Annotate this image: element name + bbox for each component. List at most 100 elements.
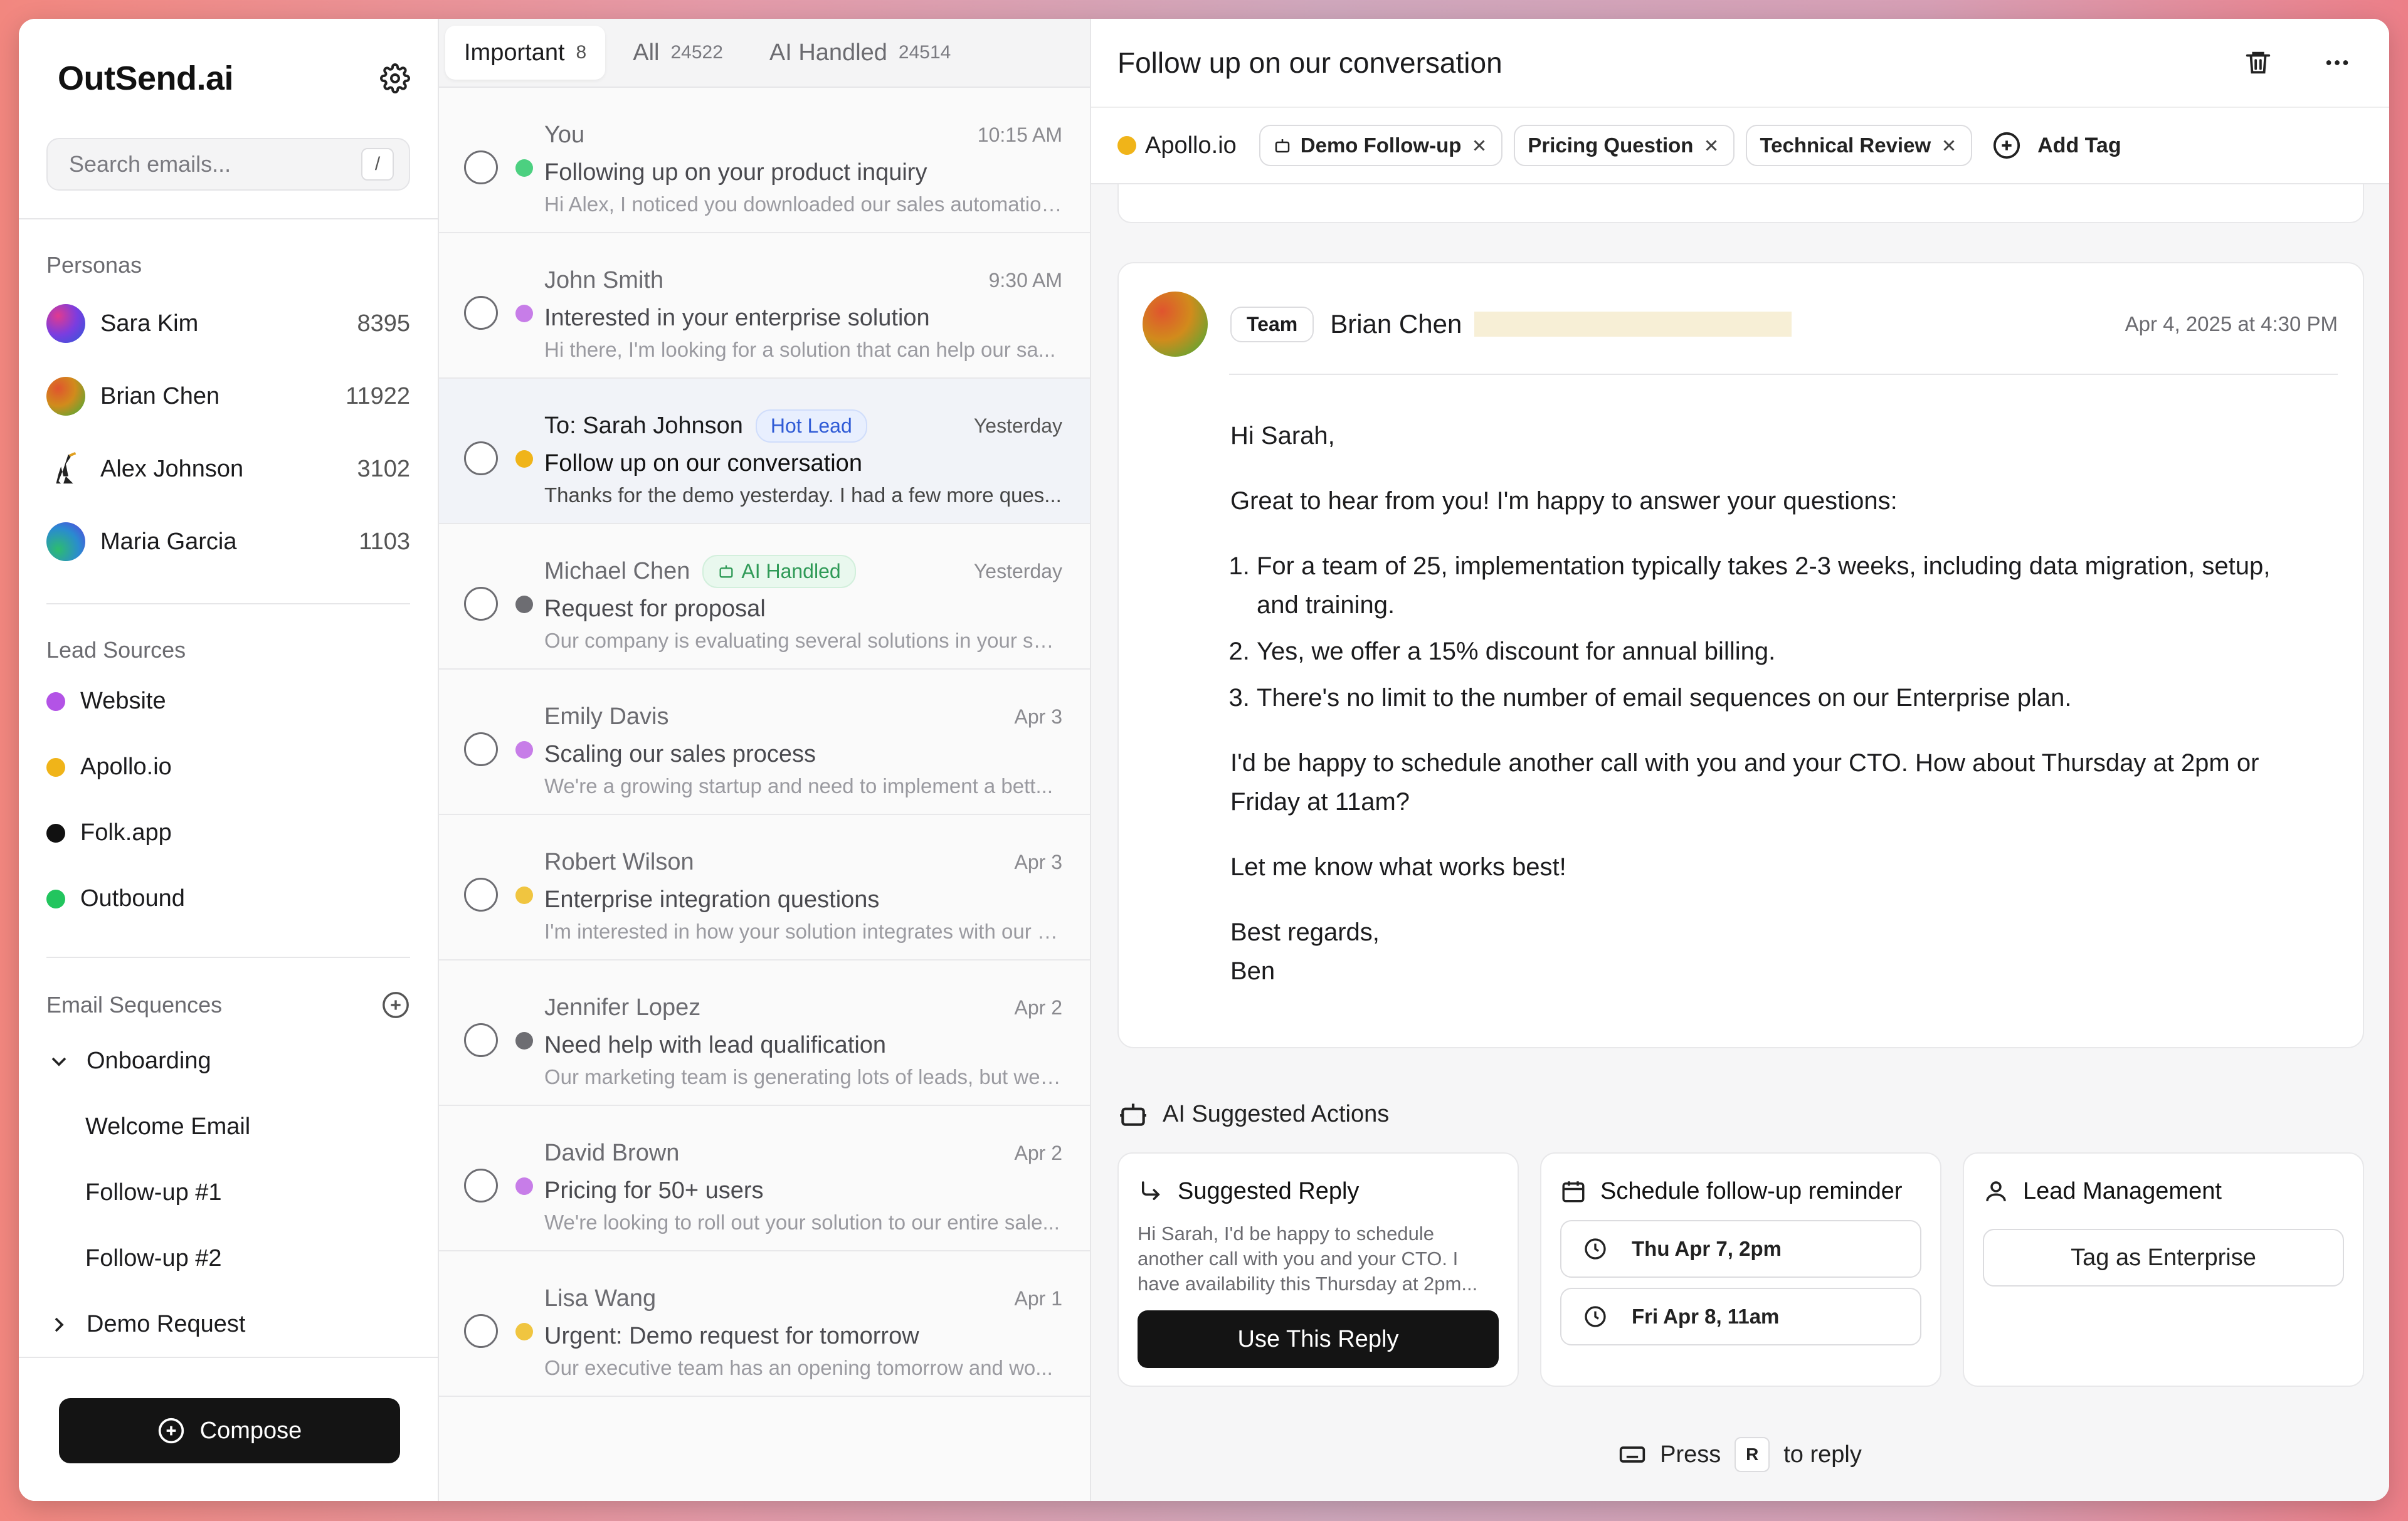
sequence-item[interactable]: Follow-up #1 xyxy=(19,1160,438,1226)
reminder-option[interactable]: Fri Apr 8, 11am xyxy=(1560,1288,1921,1345)
email-list-item[interactable]: Emily Davis Apr 3 Scaling our sales proce… xyxy=(439,670,1090,815)
email-list-item-selected[interactable]: To: Sarah Johnson Hot Lead Yesterday Fol… xyxy=(439,379,1090,524)
select-checkbox[interactable] xyxy=(464,878,498,912)
previous-message-card xyxy=(1117,184,2364,223)
lead-source-chip: Apollo.io xyxy=(1117,132,1237,159)
source-name: Apollo.io xyxy=(80,754,172,780)
sequence-group-onboarding[interactable]: Onboarding xyxy=(19,1028,438,1094)
sequence-group-demo-request[interactable]: Demo Request xyxy=(19,1292,438,1357)
tab-count: 24514 xyxy=(898,42,951,63)
select-checkbox[interactable] xyxy=(464,296,498,330)
message-points: For a team of 25, implementation typical… xyxy=(1230,547,2313,717)
reminder-option-label: Fri Apr 8, 11am xyxy=(1632,1305,1780,1328)
trash-icon[interactable] xyxy=(2244,48,2273,77)
email-subject: Scaling our sales process xyxy=(544,741,816,767)
ai-handled-badge: AI Handled xyxy=(702,554,856,588)
select-checkbox[interactable] xyxy=(464,1169,498,1203)
select-checkbox[interactable] xyxy=(464,1023,498,1057)
reading-pane: Follow up on our conversation Apollo.io … xyxy=(1091,19,2389,1501)
email-from: Robert Wilson xyxy=(544,848,694,875)
select-checkbox[interactable] xyxy=(464,150,498,184)
search-box[interactable]: / xyxy=(46,138,410,191)
email-from: You xyxy=(544,121,585,148)
email-from: Lisa Wang xyxy=(544,1285,657,1312)
close-icon[interactable] xyxy=(1940,136,1958,155)
user-icon xyxy=(1986,1181,2006,1201)
use-this-reply-button[interactable]: Use This Reply xyxy=(1138,1310,1499,1368)
lead-source-item[interactable]: Outbound xyxy=(19,866,438,932)
close-icon[interactable] xyxy=(1470,136,1489,155)
calendar-icon xyxy=(1562,1181,1585,1203)
tab-important[interactable]: Important 8 xyxy=(445,26,606,80)
add-tag-button[interactable]: Add Tag xyxy=(1992,131,2121,160)
email-list-item[interactable]: John Smith 9:30 AM Interested in your ent… xyxy=(439,233,1090,379)
email-list-item[interactable]: David Brown Apr 2 Pricing for 50+ users W… xyxy=(439,1106,1090,1251)
email-preview: I'm interested in how your solution inte… xyxy=(544,920,1062,943)
sequence-list: Onboarding Welcome Email Follow-up #1 Fo… xyxy=(19,1028,438,1357)
keyboard-icon xyxy=(1619,1446,1645,1463)
search-input[interactable] xyxy=(69,151,361,177)
select-checkbox[interactable] xyxy=(464,1314,498,1348)
tag-label: Demo Follow-up xyxy=(1300,134,1462,157)
suggested-reply-title: Suggested Reply xyxy=(1178,1177,1360,1204)
message-date: Apr 4, 2025 at 4:30 PM xyxy=(2125,312,2338,335)
lead-source-item[interactable]: Apollo.io xyxy=(19,734,438,800)
email-from: To: Sarah Johnson xyxy=(544,412,743,439)
tag-chip[interactable]: Pricing Question xyxy=(1514,125,1735,166)
email-preview: We're a growing startup and need to impl… xyxy=(544,774,1053,797)
email-time: Yesterday xyxy=(973,559,1062,582)
email-list-item[interactable]: You 10:15 AM Following up on your product… xyxy=(439,88,1090,233)
message-signature: Ben xyxy=(1230,957,1275,985)
lead-source-item[interactable]: Website xyxy=(19,668,438,734)
tag-as-enterprise-button[interactable]: Tag as Enterprise xyxy=(1983,1229,2344,1287)
persona-name: Sara Kim xyxy=(100,310,199,337)
tab-label: Important xyxy=(464,39,565,66)
email-subject: Need help with lead qualification xyxy=(544,1032,887,1058)
lead-source-item[interactable]: Folk.app xyxy=(19,800,438,866)
select-checkbox[interactable] xyxy=(464,732,498,766)
ai-action-cards: Suggested Reply Hi Sarah, I'd be happy t… xyxy=(1117,1152,2364,1387)
close-icon[interactable] xyxy=(1702,136,1721,155)
add-sequence-icon[interactable] xyxy=(381,991,410,1019)
gear-icon[interactable] xyxy=(380,63,410,93)
sequence-item[interactable]: Follow-up #2 xyxy=(19,1226,438,1292)
persona-item[interactable]: Alex Johnson 3102 xyxy=(19,433,438,505)
source-dot xyxy=(515,159,533,177)
tag-chip[interactable]: Technical Review xyxy=(1746,125,1973,166)
email-time: Apr 2 xyxy=(1014,1141,1062,1164)
reply-key: R xyxy=(1735,1437,1770,1472)
persona-name: Alex Johnson xyxy=(100,455,244,482)
persona-item[interactable]: Maria Garcia 1103 xyxy=(19,505,438,578)
sequence-item[interactable]: Welcome Email xyxy=(19,1094,438,1160)
hot-lead-badge: Hot Lead xyxy=(755,409,867,443)
email-list-item[interactable]: Lisa Wang Apr 1 Urgent: Demo request for … xyxy=(439,1251,1090,1397)
email-list-item[interactable]: Michael Chen AI Handled Yesterday Reques… xyxy=(439,524,1090,670)
ai-actions-heading: AI Suggested Actions xyxy=(1117,1098,1389,1130)
source-dot xyxy=(515,1177,533,1195)
email-from: Emily Davis xyxy=(544,703,669,730)
tab-ai-handled[interactable]: AI Handled 24514 xyxy=(751,26,969,80)
reminder-option[interactable]: Thu Apr 7, 2pm xyxy=(1560,1220,1921,1278)
source-dot xyxy=(46,823,65,843)
more-options-icon[interactable] xyxy=(2323,48,2352,77)
email-subject: Interested in your enterprise solution xyxy=(544,305,930,331)
email-list-item[interactable]: Robert Wilson Apr 3 Enterprise integratio… xyxy=(439,815,1090,960)
select-checkbox[interactable] xyxy=(464,441,498,475)
reminder-card: Schedule follow-up reminder Thu Apr 7, 2… xyxy=(1540,1152,1941,1387)
select-checkbox[interactable] xyxy=(464,587,498,621)
email-subject: Request for proposal xyxy=(544,596,766,622)
hint-press: Press xyxy=(1660,1441,1721,1468)
email-list-item[interactable]: Jennifer Lopez Apr 2 Need help with lead … xyxy=(439,960,1090,1106)
plus-circle-icon xyxy=(1993,132,2020,159)
compose-button[interactable]: Compose xyxy=(59,1398,400,1463)
email-subject: Following up on your product inquiry xyxy=(544,159,927,186)
tag-chip[interactable]: Demo Follow-up xyxy=(1259,125,1503,166)
tab-label: All xyxy=(633,39,660,66)
sidebar: OutSend.ai / Personas Sara Kim 8395 Bria… xyxy=(19,19,439,1501)
source-dot xyxy=(1117,136,1136,155)
persona-item[interactable]: Brian Chen 11922 xyxy=(19,360,438,433)
tab-all[interactable]: All 24522 xyxy=(614,26,742,80)
ai-actions-title: AI Suggested Actions xyxy=(1163,1100,1390,1127)
persona-item[interactable]: Sara Kim 8395 xyxy=(19,287,438,360)
tag-label: Pricing Question xyxy=(1528,134,1694,157)
